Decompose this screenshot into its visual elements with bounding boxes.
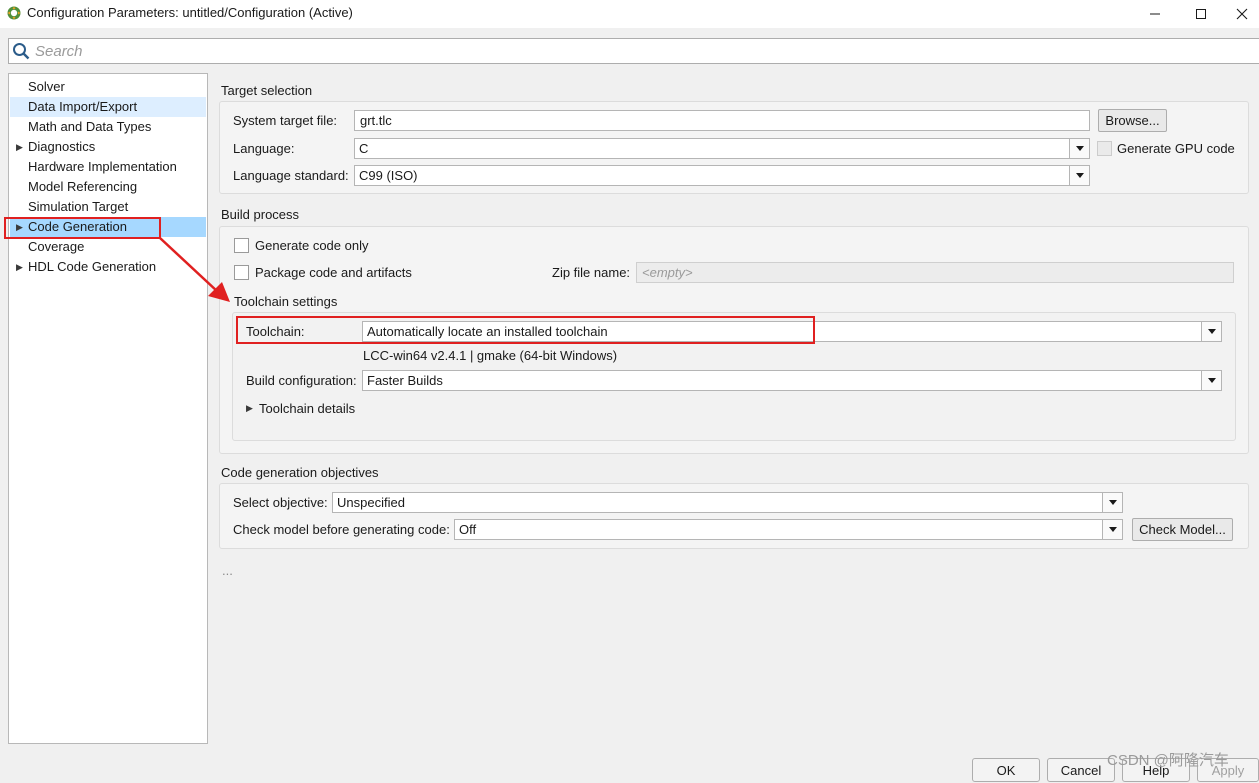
language-select[interactable]: C [354,138,1090,159]
search-icon [13,43,30,60]
tree-item-solver[interactable]: Solver [10,77,206,97]
tree-item-label: Solver [28,79,65,94]
dropdown-arrow-icon[interactable] [1069,166,1089,185]
tree-item-label: Hardware Implementation [28,159,177,174]
cancel-button[interactable]: Cancel [1047,758,1115,782]
toolchain-info: LCC-win64 v2.4.1 | gmake (64-bit Windows… [363,348,618,363]
ok-button[interactable]: OK [972,758,1040,782]
tree-item-diagnostics[interactable]: ▶ Diagnostics [10,137,206,157]
zip-file-name-label: Zip file name: [552,265,631,280]
check-model-button[interactable]: Check Model... [1132,518,1233,541]
language-standard-label: Language standard: [233,168,349,183]
toolchain-details-toggle[interactable]: Toolchain details [259,401,355,416]
tree-item-label: HDL Code Generation [28,259,157,274]
browse-button[interactable]: Browse... [1098,109,1167,132]
package-code-label: Package code and artifacts [255,265,412,280]
tree-item-math-data-types[interactable]: Math and Data Types [10,117,206,137]
dropdown-arrow-icon[interactable] [1069,139,1089,158]
select-objective-value: Unspecified [337,495,405,510]
tree-item-label: Math and Data Types [28,119,152,134]
tree-item-label: Simulation Target [28,199,129,214]
annotation-box-code-generation [4,217,161,239]
tree-item-simulation-target[interactable]: Simulation Target [10,197,206,217]
language-standard-value: C99 (ISO) [359,168,418,183]
section-title-toolchain-settings: Toolchain settings [234,294,338,309]
select-objective-label: Select objective: [233,495,328,510]
expand-arrow-icon[interactable]: ▶ [16,137,23,157]
minimize-button[interactable] [1132,0,1178,28]
section-title-build-process: Build process [221,207,300,222]
build-configuration-label: Build configuration: [246,373,357,388]
annotation-arrow-icon [159,237,230,302]
window-title: Configuration Parameters: untitled/Confi… [27,5,353,20]
tree-item-hardware-implementation[interactable]: Hardware Implementation [10,157,206,177]
check-model-value: Off [459,522,477,537]
dropdown-arrow-icon[interactable] [1102,520,1122,539]
check-model-label: Check model before generating code: [233,522,450,537]
system-target-file-label: System target file: [233,113,338,128]
maximize-button[interactable] [1178,0,1224,28]
language-label: Language: [233,141,295,156]
generate-gpu-code-checkbox[interactable] [1097,141,1112,156]
generate-code-only-label: Generate code only [255,238,369,253]
section-title-code-generation-objectives: Code generation objectives [221,465,379,480]
system-target-file-input[interactable]: grt.tlc [354,110,1090,131]
category-tree: Solver Data Import/Export Math and Data … [8,73,208,744]
build-configuration-select[interactable]: Faster Builds [362,370,1222,391]
generate-gpu-code-label: Generate GPU code [1117,141,1235,156]
simulink-app-icon [7,6,21,20]
minimize-icon [1150,13,1160,15]
watermark: CSDN @阿隆汽车 [1107,752,1229,769]
close-button[interactable] [1224,0,1259,28]
toolchain-details-expand-icon[interactable]: ▶ [246,401,253,415]
dropdown-arrow-icon[interactable] [1201,371,1221,390]
tree-item-data-import-export[interactable]: Data Import/Export [10,97,206,117]
check-model-select[interactable]: Off [454,519,1123,540]
expand-arrow-icon[interactable]: ▶ [16,257,23,277]
annotation-box-toolchain [236,316,815,344]
tree-item-label: Model Referencing [28,179,138,194]
dropdown-arrow-icon[interactable] [1102,493,1122,512]
language-standard-select[interactable]: C99 (ISO) [354,165,1090,186]
select-objective-select[interactable]: Unspecified [332,492,1123,513]
tree-item-label: Diagnostics [28,139,96,154]
tree-item-label: Data Import/Export [28,99,138,114]
tree-item-label: Coverage [28,239,85,254]
tree-item-model-referencing[interactable]: Model Referencing [10,177,206,197]
more-ellipsis: ... [222,563,233,578]
zip-file-name-input[interactable]: <empty> [636,262,1234,283]
close-icon [1236,8,1247,20]
section-title-target-selection: Target selection [221,83,313,98]
dropdown-arrow-icon[interactable] [1201,322,1221,341]
title-bar: Configuration Parameters: untitled/Confi… [0,0,1259,28]
build-configuration-value: Faster Builds [367,373,443,388]
search-input[interactable] [35,40,1235,62]
search-bar [8,38,1259,64]
language-value: C [359,141,369,156]
maximize-icon [1196,9,1206,19]
